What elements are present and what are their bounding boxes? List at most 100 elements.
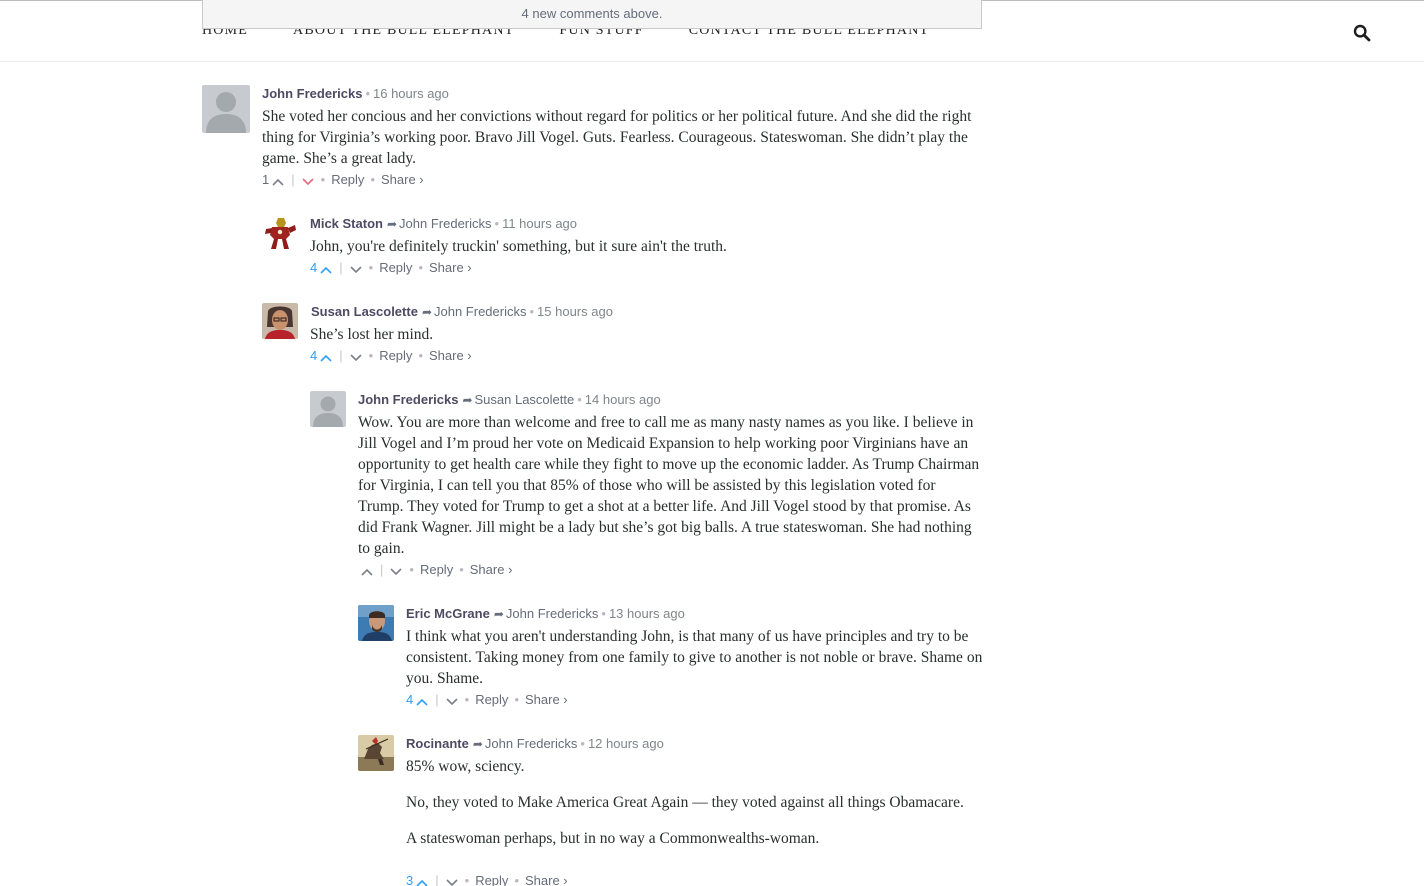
upvote-icon[interactable] — [415, 876, 429, 886]
separator-dot: • — [464, 873, 470, 886]
in-reply-to-name: John Fredericks — [505, 606, 599, 621]
comment-body: She voted her concious and her convictio… — [262, 106, 982, 169]
vote-divider: | — [291, 172, 295, 187]
reply-arrow-icon: ➦ — [493, 607, 504, 621]
vote-divider: | — [380, 562, 384, 577]
reply-button[interactable]: Reply — [475, 873, 508, 886]
downvote-icon[interactable] — [349, 263, 363, 274]
comment-author[interactable]: Eric McGrane — [406, 606, 490, 621]
comment-author[interactable]: John Fredericks — [262, 86, 362, 101]
separator-dot: • — [370, 172, 375, 187]
share-button[interactable]: Share › — [429, 260, 472, 276]
separator-dot: • — [368, 348, 374, 363]
comment-header: John Fredericks ➦ Susan Lascolette • 14 hour… — [358, 392, 661, 408]
in-reply-to-link[interactable]: ➦ John Fredericks — [469, 736, 578, 751]
painting-avatar[interactable] — [358, 735, 394, 771]
separator-dot: • — [580, 736, 585, 751]
upvote-count: 4 — [310, 260, 318, 275]
default-avatar[interactable] — [310, 391, 346, 427]
in-reply-to-name: Susan Lascolette — [474, 392, 575, 407]
comment-header: Eric McGrane ➦ John Fredericks • 13 hours ag… — [406, 606, 685, 622]
ironman-avatar[interactable] — [262, 215, 298, 251]
separator-dot: • — [418, 348, 423, 363]
comment-header: Mick Staton ➦ John Fredericks • 11 hours ago — [310, 216, 577, 232]
reply-button[interactable]: Reply — [475, 692, 508, 708]
comment-timestamp[interactable]: 11 hours ago — [502, 216, 577, 231]
comment-header: Rocinante ➦ John Fredericks • 12 hours ago — [406, 736, 664, 752]
comment-timestamp[interactable]: 16 hours ago — [373, 86, 449, 101]
upvote-icon[interactable] — [271, 175, 285, 186]
photo-avatar[interactable] — [262, 303, 298, 339]
in-reply-to-link[interactable]: ➦ John Fredericks — [383, 216, 492, 231]
upvote-icon[interactable] — [415, 695, 429, 706]
in-reply-to-name: John Fredericks — [484, 736, 578, 751]
downvote-icon[interactable] — [389, 565, 403, 576]
search-icon[interactable] — [1353, 24, 1371, 42]
separator-dot: • — [368, 260, 374, 275]
comment-author[interactable]: Rocinante — [406, 736, 469, 751]
separator-dot: • — [601, 606, 606, 621]
vote-divider: | — [435, 873, 439, 886]
comment-paragraph: John, you're definitely truckin' somethi… — [310, 238, 727, 255]
separator-dot: • — [464, 692, 470, 707]
comment-actions: | • Reply • Share › — [358, 562, 512, 578]
photo-avatar[interactable] — [358, 605, 394, 641]
share-button[interactable]: Share › — [381, 172, 424, 188]
downvote-icon[interactable] — [445, 876, 459, 886]
share-button[interactable]: Share › — [525, 692, 568, 708]
comment-timestamp[interactable]: 13 hours ago — [609, 606, 685, 621]
downvote-icon[interactable] — [301, 175, 315, 186]
comment-body: John, you're definitely truckin' somethi… — [310, 236, 982, 257]
upvote-icon[interactable] — [360, 565, 374, 576]
separator-dot: • — [494, 216, 500, 231]
upvote-icon[interactable] — [319, 263, 333, 274]
in-reply-to-link[interactable]: ➦ Susan Lascolette — [458, 392, 574, 407]
reply-button[interactable]: Reply — [379, 348, 412, 364]
vote-divider: | — [435, 692, 439, 707]
comment-paragraph: A stateswoman perhaps, but in no way a C… — [406, 830, 820, 847]
separator-dot: • — [409, 562, 414, 577]
comment-paragraph: Wow. You are more than welcome and free … — [358, 414, 980, 557]
in-reply-to-link[interactable]: ➦ John Fredericks — [418, 304, 527, 319]
upvote-count: 3 — [406, 873, 414, 886]
separator-dot: • — [514, 873, 519, 886]
upvote-icon[interactable] — [319, 351, 333, 362]
comment-author[interactable]: John Fredericks — [358, 392, 458, 407]
new-comments-notice[interactable]: 4 new comments above. — [202, 0, 982, 29]
share-button[interactable]: Share › — [470, 562, 513, 578]
comment-timestamp[interactable]: 14 hours ago — [585, 392, 661, 407]
comment-paragraph: No, they voted to Make America Great Aga… — [406, 794, 964, 811]
comment-author[interactable]: Susan Lascolette — [311, 304, 418, 319]
separator-dot: • — [577, 392, 582, 407]
downvote-icon[interactable] — [349, 351, 363, 362]
comment-paragraph: 85% wow, sciency. — [406, 758, 525, 775]
downvote-icon[interactable] — [445, 695, 459, 706]
in-reply-to-link[interactable]: ➦ John Fredericks — [490, 606, 599, 621]
upvote-count: 4 — [310, 348, 318, 363]
share-button[interactable]: Share › — [429, 348, 472, 364]
vote-divider: | — [339, 260, 343, 275]
comment-timestamp[interactable]: 12 hours ago — [588, 736, 664, 751]
comment-header: Susan Lascolette ➦ John Fredericks • 15 hour… — [311, 304, 613, 320]
comment-actions: 4 | • Reply • Share › — [406, 692, 568, 708]
comment-actions: 4 | • Reply • Share › — [310, 348, 472, 364]
comment-paragraph: She voted her concious and her convictio… — [262, 108, 972, 167]
reply-button[interactable]: Reply — [379, 260, 412, 276]
separator-dot: • — [529, 304, 535, 319]
vote-divider: | — [339, 348, 343, 363]
comment-actions: 3 | • Reply • Share › — [406, 873, 568, 886]
comment-paragraph: I think what you aren't understanding Jo… — [406, 628, 983, 687]
upvote-count: 1 — [262, 172, 270, 187]
share-button[interactable]: Share › — [525, 873, 568, 886]
reply-arrow-icon: ➦ — [386, 217, 398, 231]
comment-header: John Fredericks • 16 hours ago — [262, 86, 449, 102]
comment-body: Wow. You are more than welcome and free … — [358, 412, 982, 559]
comment-author[interactable]: Mick Staton — [310, 216, 383, 231]
comment-timestamp[interactable]: 15 hours ago — [537, 304, 613, 319]
separator-dot: • — [514, 692, 519, 707]
default-avatar[interactable] — [202, 85, 250, 133]
comment-body: 85% wow, sciency. No, they voted to Make… — [406, 756, 966, 849]
reply-button[interactable]: Reply — [331, 172, 364, 188]
reply-button[interactable]: Reply — [420, 562, 453, 578]
reply-arrow-icon: ➦ — [462, 393, 473, 407]
